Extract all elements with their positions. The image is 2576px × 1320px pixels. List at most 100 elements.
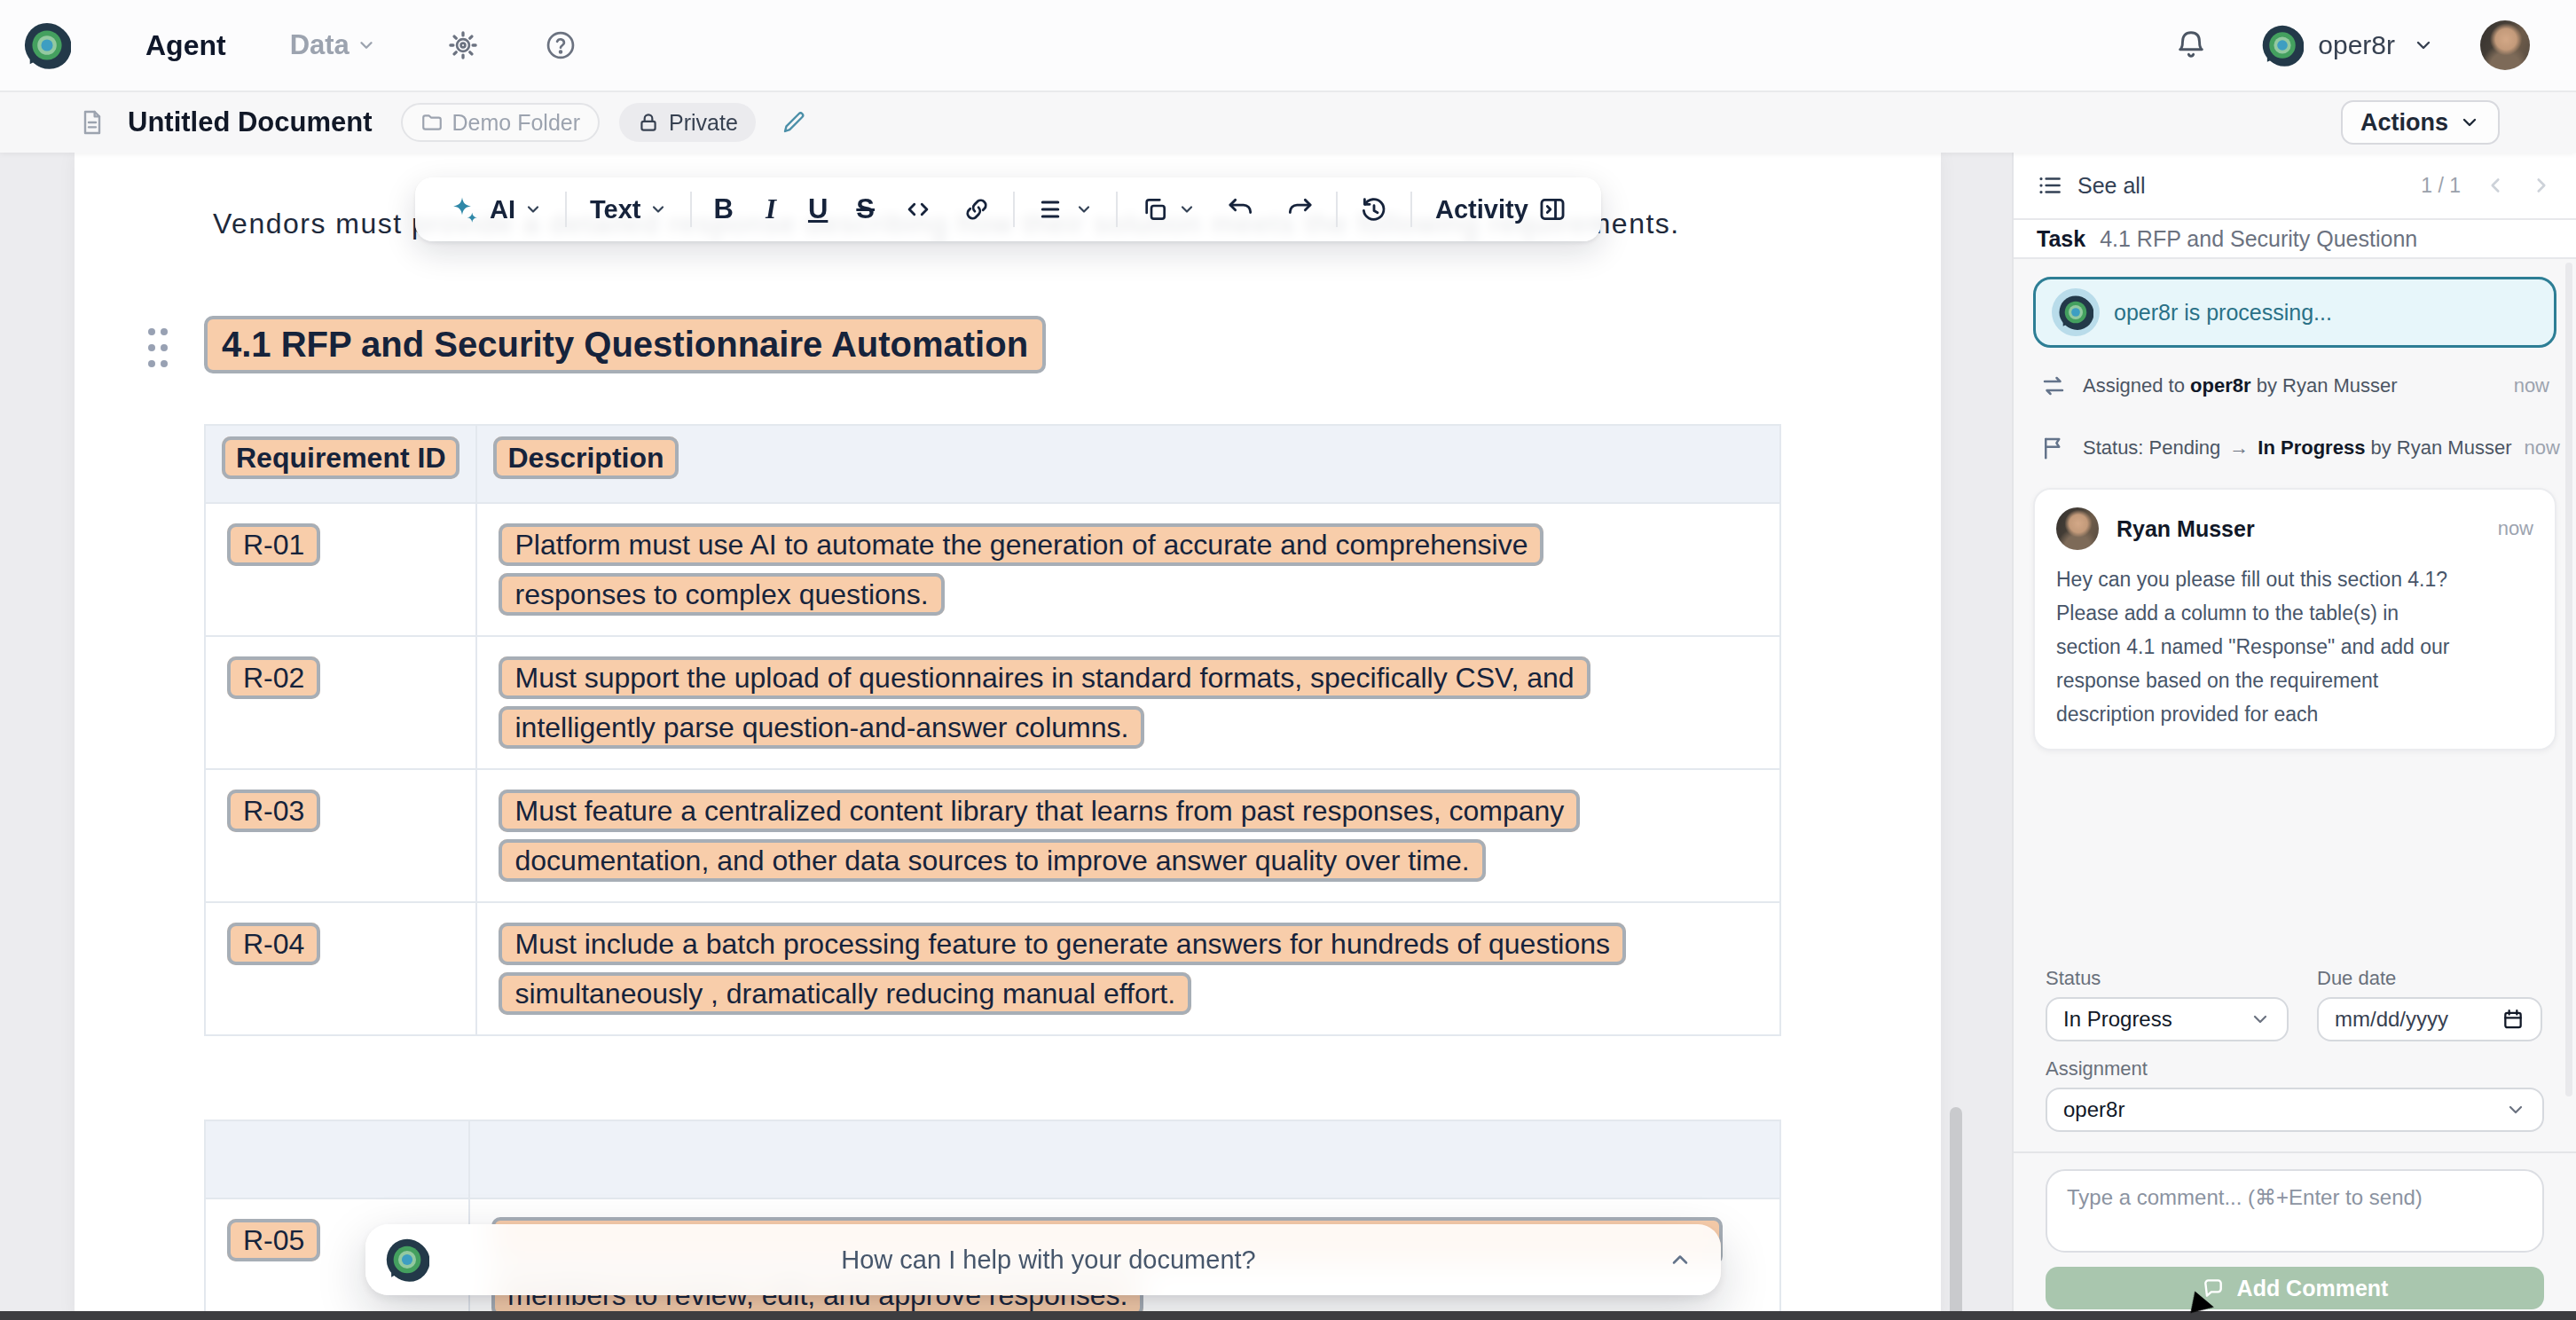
requirement-id: R-05 xyxy=(227,1219,320,1261)
underline-button[interactable]: U xyxy=(794,193,842,225)
assistant-bar[interactable]: How can I help with your document? xyxy=(365,1224,1721,1295)
assistant-prompt[interactable]: How can I help with your document? xyxy=(429,1245,1668,1275)
strikethrough-button[interactable]: S xyxy=(842,193,889,225)
task-form: Status Due date In Progress mm/dd/yyyy A… xyxy=(2014,967,2576,1309)
task-title: 4.1 RFP and Security Questionn xyxy=(2100,226,2417,252)
history-button[interactable] xyxy=(1345,194,1403,224)
commenter-name: Ryan Musser xyxy=(2117,516,2255,542)
brand-logo-icon[interactable] xyxy=(23,21,71,69)
sidebar-header: See all 1 / 1 xyxy=(2014,153,2576,220)
event-time: now xyxy=(2501,374,2549,397)
align-icon xyxy=(1038,195,1066,224)
activity-toggle[interactable]: Activity xyxy=(1419,194,1583,224)
settings-gear-icon[interactable] xyxy=(447,29,479,61)
comment-input[interactable]: Type a comment... (⌘+Enter to send) xyxy=(2046,1169,2544,1253)
requirement-description: Platform must use AI to automate the gen… xyxy=(499,523,1543,616)
account-logo-icon xyxy=(2261,24,2304,67)
status-select[interactable]: In Progress xyxy=(2046,997,2289,1041)
column-header-requirement-id: Requirement ID xyxy=(222,436,459,479)
event-text: Assigned to oper8r by Ryan Musser xyxy=(2083,374,2398,397)
chevron-down-icon xyxy=(357,35,376,55)
editor-toolbar: AI Text B I U S xyxy=(415,177,1601,241)
chevron-down-icon xyxy=(1178,200,1196,218)
chevron-down-icon xyxy=(524,200,542,218)
comment-time: now xyxy=(2498,517,2533,540)
help-icon[interactable] xyxy=(545,29,577,61)
text-style-menu[interactable]: Text xyxy=(574,195,683,224)
table-header-row: Requirement ID Description xyxy=(205,425,1780,503)
requirement-description: Must support the upload of questionnaire… xyxy=(499,656,1590,749)
assignment-select[interactable]: oper8r xyxy=(2046,1088,2544,1132)
oper8r-logo-icon xyxy=(2058,295,2093,330)
notifications-bell-icon[interactable] xyxy=(2174,28,2208,62)
chevron-up-icon[interactable] xyxy=(1668,1247,1692,1272)
see-all-button[interactable]: See all xyxy=(2037,172,2145,199)
comment-bubble-icon xyxy=(2202,1277,2225,1300)
swap-arrows-icon xyxy=(2040,373,2067,399)
table-row: R-02Must support the upload of questionn… xyxy=(205,636,1780,769)
edit-title-pencil-icon[interactable] xyxy=(781,109,807,136)
task-label: Task xyxy=(2037,226,2085,252)
activity-panel-icon xyxy=(1537,194,1567,224)
requirement-description: Must feature a centralized content libra… xyxy=(499,790,1580,882)
document-scrollbar[interactable] xyxy=(1950,1107,1962,1320)
requirement-description: Must include a batch processing feature … xyxy=(499,923,1626,1015)
undo-button[interactable] xyxy=(1212,194,1270,224)
chevron-right-icon[interactable] xyxy=(2530,174,2553,197)
nav-tab-agent[interactable]: Agent xyxy=(145,29,226,62)
folder-icon xyxy=(420,111,444,134)
user-avatar[interactable] xyxy=(2480,20,2530,70)
privacy-chip[interactable]: Private xyxy=(619,103,756,142)
list-icon xyxy=(2037,172,2063,199)
document-file-icon xyxy=(78,108,106,137)
link-button[interactable] xyxy=(947,194,1006,224)
calendar-icon xyxy=(2501,1008,2525,1031)
chevron-down-icon xyxy=(2250,1009,2271,1030)
status-label: Status xyxy=(2046,967,2289,990)
event-time: now xyxy=(2511,436,2559,460)
account-menu[interactable]: oper8r xyxy=(2261,24,2434,67)
requirement-id: R-01 xyxy=(227,523,320,566)
sparkle-icon xyxy=(449,193,481,225)
add-comment-button[interactable]: Add Comment xyxy=(2046,1267,2544,1309)
lock-icon xyxy=(637,111,660,134)
chevron-left-icon[interactable] xyxy=(2484,174,2507,197)
activity-sidebar: See all 1 / 1 Task 4.1 RFP and Security … xyxy=(2012,153,2576,1320)
table-header-row xyxy=(205,1120,1780,1198)
redo-button[interactable] xyxy=(1270,194,1329,224)
event-assigned: Assigned to oper8r by Ryan Musser now xyxy=(2040,373,2549,399)
requirements-table: Requirement ID Description R-01 Platform … xyxy=(204,424,1781,1036)
due-date-input[interactable]: mm/dd/yyyy xyxy=(2317,997,2542,1041)
task-header[interactable]: Task 4.1 RFP and Security Questionn xyxy=(2014,220,2576,259)
column-header-description: Description xyxy=(493,436,678,479)
section-heading[interactable]: 4.1 RFP and Security Questionnaire Autom… xyxy=(204,316,1046,373)
document-page[interactable]: Vendors must provide a detailed response… xyxy=(75,153,1941,1320)
sidebar-scrollbar[interactable] xyxy=(2565,263,2572,1096)
processing-logo-halo xyxy=(2052,288,2100,336)
nav-tab-data[interactable]: Data xyxy=(290,29,376,61)
bold-button[interactable]: B xyxy=(699,193,747,225)
requirements-table-body: R-01 Platform must use AI to automate the… xyxy=(205,503,1780,1035)
folder-chip[interactable]: Demo Folder xyxy=(401,103,601,142)
account-name: oper8r xyxy=(2318,30,2395,60)
italic-button[interactable]: I xyxy=(748,193,794,225)
processing-banner: oper8r is processing... xyxy=(2033,277,2556,348)
chevron-down-icon xyxy=(2413,35,2434,56)
document-pane: Vendors must provide a detailed response… xyxy=(0,153,2014,1320)
assignment-label: Assignment xyxy=(2046,1057,2544,1080)
chevron-down-icon xyxy=(1075,200,1093,218)
requirement-id: R-04 xyxy=(227,923,320,965)
ai-menu-button[interactable]: AI xyxy=(433,193,558,225)
table-row: R-03 Must feature a centralized content l… xyxy=(205,769,1780,902)
requirement-id: R-03 xyxy=(227,790,320,832)
drag-handle[interactable] xyxy=(144,325,172,371)
copy-icon xyxy=(1141,195,1169,224)
actions-button[interactable]: Actions xyxy=(2341,100,2500,145)
commenter-avatar xyxy=(2056,507,2099,550)
align-menu[interactable] xyxy=(1022,195,1109,224)
document-title[interactable]: Untitled Document xyxy=(128,106,373,138)
main-area: Vendors must provide a detailed response… xyxy=(0,153,2576,1320)
code-button[interactable] xyxy=(889,194,947,224)
duplicate-menu[interactable] xyxy=(1125,195,1212,224)
due-date-label: Due date xyxy=(2317,967,2542,990)
